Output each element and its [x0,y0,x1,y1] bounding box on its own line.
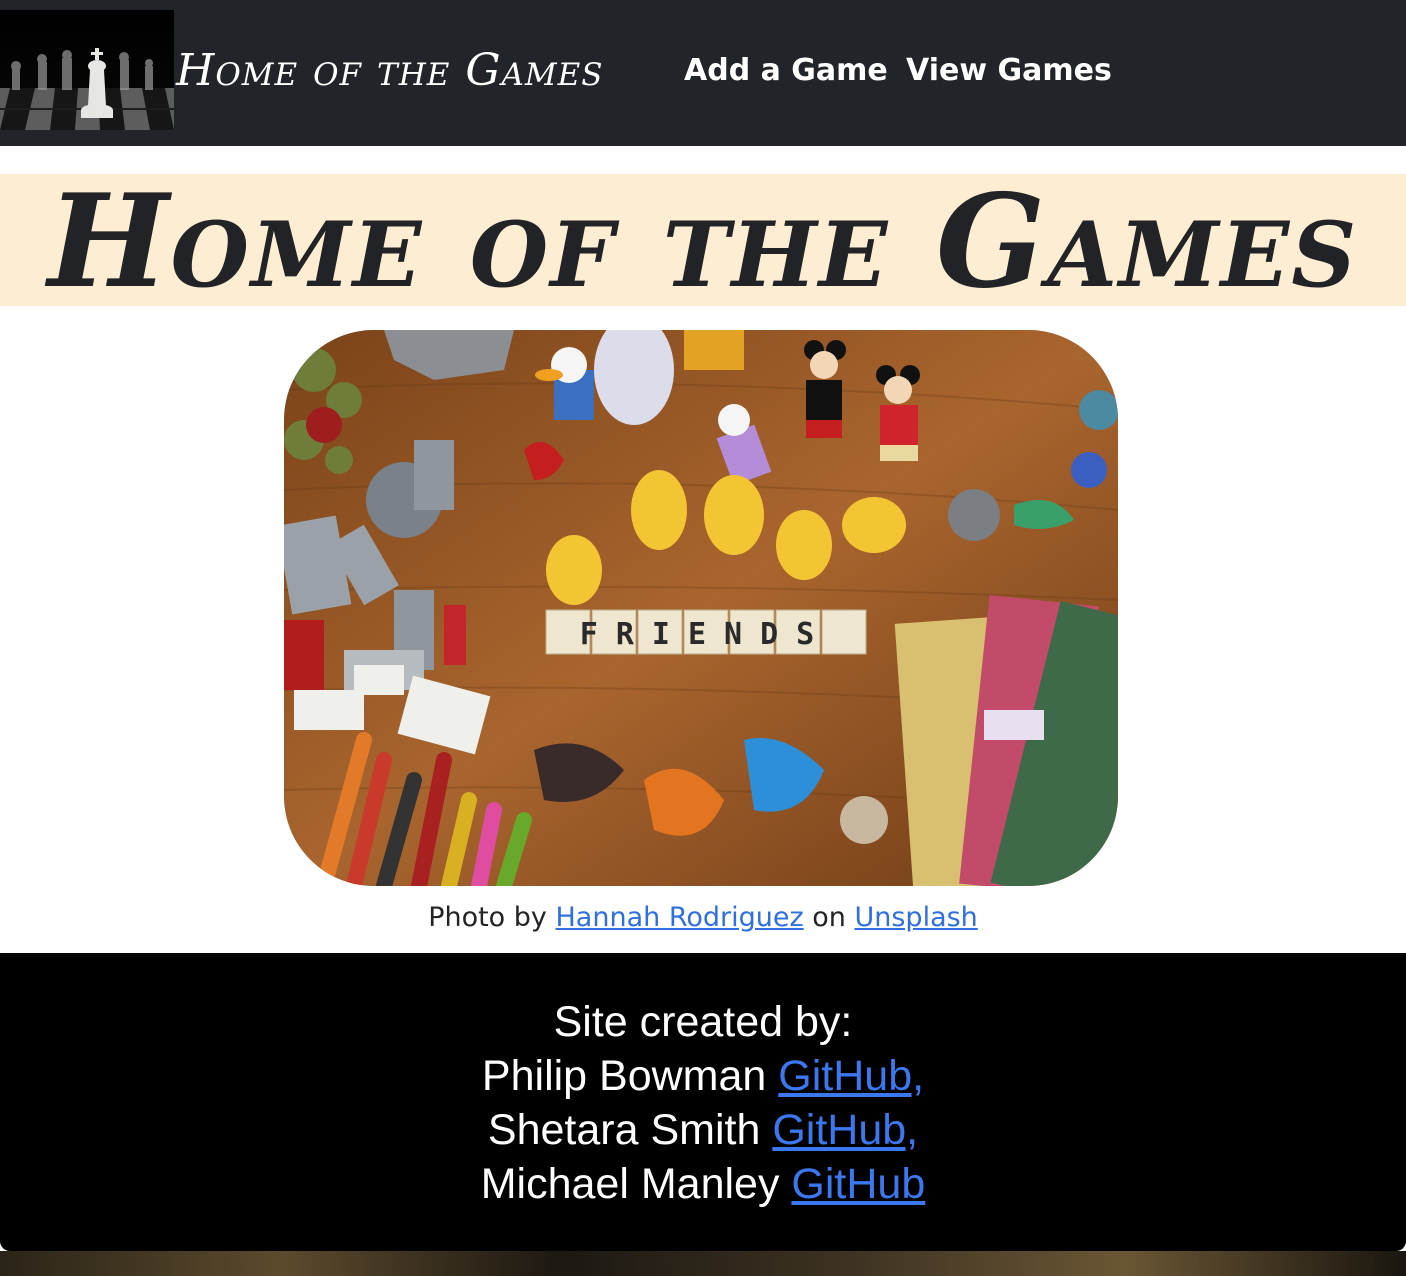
photo-credit: Photo by Hannah Rodriguez on Unsplash [0,898,1406,938]
credit-site-link[interactable]: Unsplash [854,902,977,933]
nav-link-view-games[interactable]: View Games [906,48,1112,94]
credit-prefix: Photo by [428,902,547,933]
creator-row: Philip Bowman GitHub, [0,1049,1406,1103]
navbar: Home of the Games Add a Game View Games [0,0,1406,146]
creator-github-link[interactable]: GitHub [791,1160,925,1208]
chess-king-logo[interactable] [0,10,174,130]
creator-name: Philip Bowman [481,1052,767,1100]
nav-link-add-game[interactable]: Add a Game [684,48,888,94]
credit-middle: on [812,902,846,933]
creator-row: Michael Manley GitHub [0,1157,1406,1211]
toys-photo: FRIENDS [284,330,1118,886]
creator-row: Shetara Smith GitHub, [0,1103,1406,1157]
background-strip [0,1251,1406,1276]
creator-name: Michael Manley [480,1160,780,1208]
creator-github-link[interactable]: GitHub, [772,1106,918,1154]
creator-github-link[interactable]: GitHub, [778,1052,924,1100]
creator-name: Shetara Smith [487,1106,761,1154]
hero-title: Home of the Games [47,167,1359,317]
navbar-brand[interactable]: Home of the Games [176,36,604,106]
footer-heading: Site created by: [553,998,853,1046]
footer: Site created by: Philip Bowman GitHub, S… [0,953,1406,1251]
scrabble-word: FRIENDS [580,617,832,652]
credit-author-link[interactable]: Hannah Rodriguez [556,902,804,933]
